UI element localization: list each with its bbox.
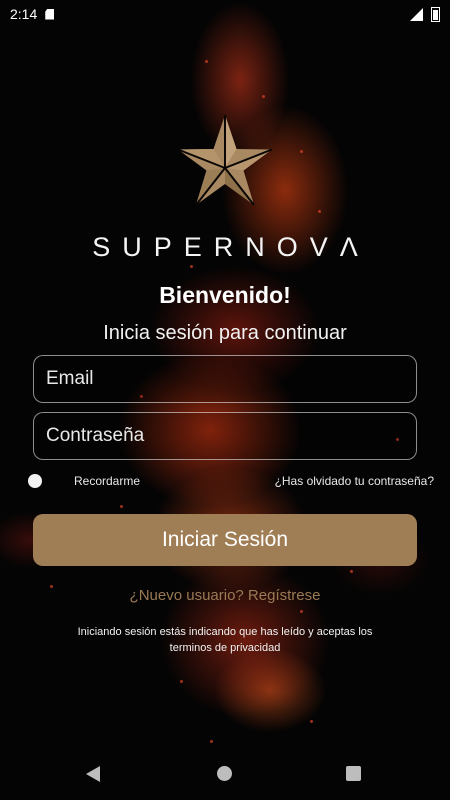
email-input[interactable] <box>34 356 416 402</box>
remember-row: Recordarme ¿Has olvidado tu contraseña? <box>0 472 450 492</box>
password-input[interactable] <box>34 413 416 459</box>
password-field[interactable] <box>33 412 417 460</box>
home-icon[interactable] <box>217 766 232 781</box>
sd-card-icon <box>45 8 55 20</box>
login-button[interactable]: Iniciar Sesión <box>33 514 417 566</box>
login-subtitle: Inicia sesión para continuar <box>103 322 347 344</box>
battery-icon <box>431 6 440 22</box>
status-time: 2:14 <box>10 6 38 22</box>
remember-label: Recordarme <box>74 474 141 488</box>
navigation-bar <box>0 748 450 800</box>
back-icon[interactable] <box>86 766 100 782</box>
brand-name: SUPERNOVΛ <box>92 232 370 262</box>
welcome-heading: Bienvenido! <box>159 282 291 308</box>
recent-apps-icon[interactable] <box>346 766 361 781</box>
remember-toggle[interactable] <box>28 474 42 488</box>
star-icon <box>175 113 275 213</box>
register-link[interactable]: ¿Nuevo usuario? Regístrese <box>0 587 450 604</box>
signal-icon <box>410 7 423 21</box>
forgot-password-link[interactable]: ¿Has olvidado tu contraseña? <box>275 474 434 488</box>
email-field[interactable] <box>33 355 417 403</box>
status-bar: 2:14 <box>0 0 450 28</box>
terms-text: Iniciando sesión estás indicando que has… <box>77 626 373 654</box>
